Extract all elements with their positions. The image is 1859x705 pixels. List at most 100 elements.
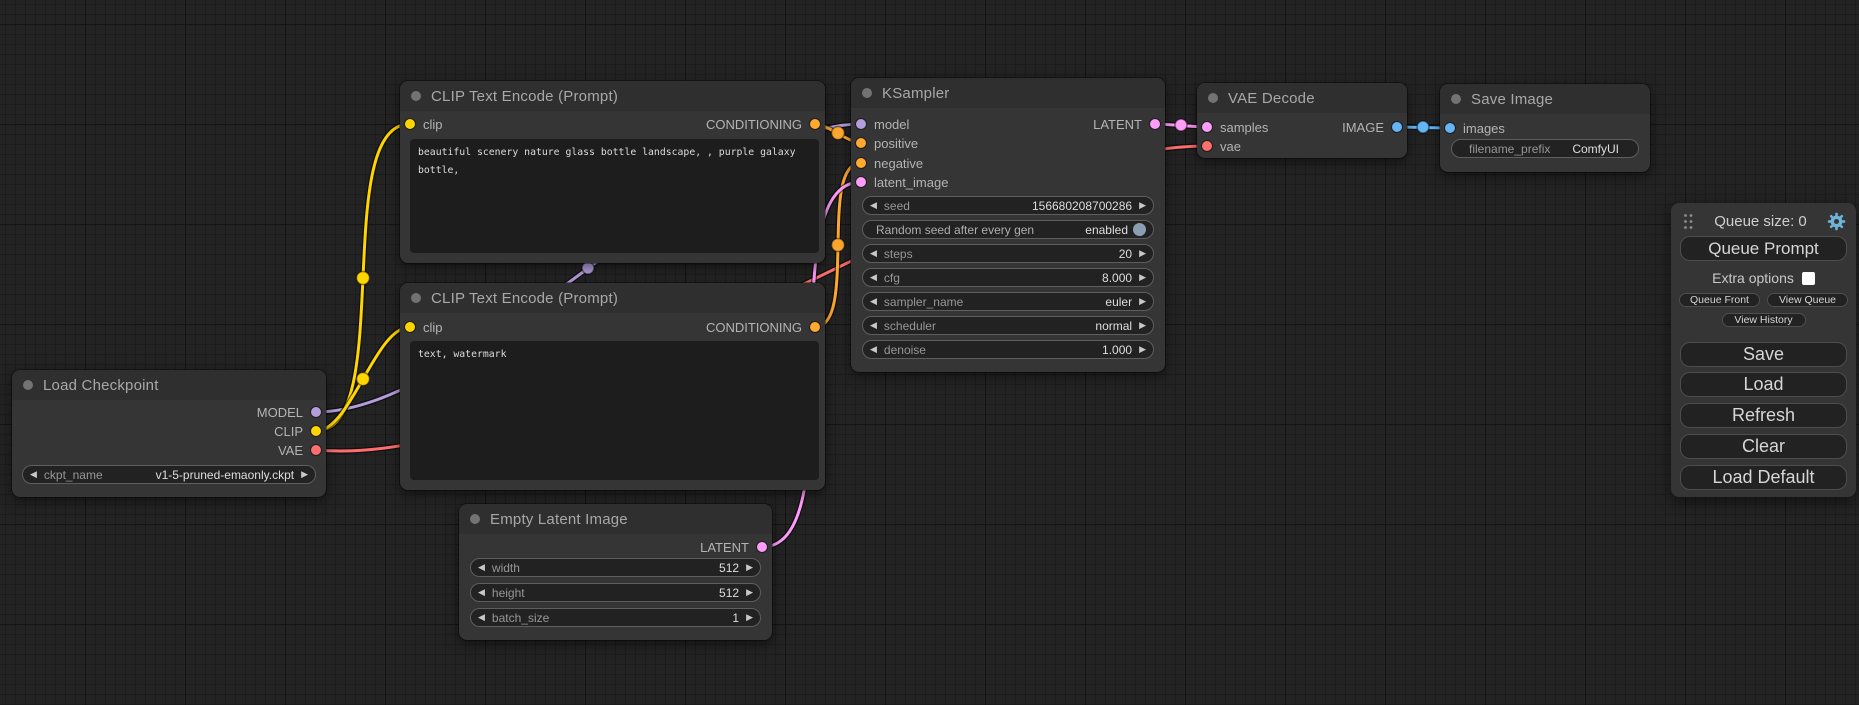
increment-arrow-icon[interactable]: ▶ bbox=[1139, 273, 1146, 282]
prompt-textarea[interactable]: beautiful scenery nature glass bottle la… bbox=[410, 139, 819, 253]
widget-seed[interactable]: ◀ seed 156680208700286 ▶ bbox=[862, 196, 1154, 215]
collapse-dot-icon[interactable] bbox=[1208, 93, 1218, 103]
load-button[interactable]: Load bbox=[1680, 372, 1847, 397]
view-history-button[interactable]: View History bbox=[1722, 313, 1806, 327]
increment-arrow-icon[interactable]: ▶ bbox=[1139, 201, 1146, 210]
node-title-bar[interactable]: CLIP Text Encode (Prompt) bbox=[400, 283, 825, 313]
node-clip-text-encode-negative[interactable]: CLIP Text Encode (Prompt) clip CONDITION… bbox=[400, 283, 825, 490]
input-slot-latent-image[interactable]: latent_image bbox=[856, 172, 948, 192]
decrement-arrow-icon[interactable]: ◀ bbox=[478, 613, 485, 622]
load-default-button[interactable]: Load Default bbox=[1680, 465, 1847, 490]
widget-random-seed-toggle[interactable]: Random seed after every gen enabled bbox=[862, 220, 1154, 239]
conditioning-output-dot[interactable] bbox=[810, 119, 820, 129]
latent-output-dot[interactable] bbox=[757, 542, 767, 552]
latent-input-dot[interactable] bbox=[856, 177, 866, 187]
node-title-bar[interactable]: KSampler bbox=[851, 78, 1165, 108]
samples-input-dot[interactable] bbox=[1202, 122, 1212, 132]
image-output-dot[interactable] bbox=[1392, 122, 1402, 132]
vae-input-dot[interactable] bbox=[1202, 141, 1212, 151]
refresh-button[interactable]: Refresh bbox=[1680, 403, 1847, 428]
decrement-arrow-icon[interactable]: ◀ bbox=[870, 201, 877, 210]
settings-gear-icon[interactable] bbox=[1827, 212, 1846, 231]
node-title-bar[interactable]: CLIP Text Encode (Prompt) bbox=[400, 81, 825, 111]
input-slot-positive[interactable]: positive bbox=[856, 133, 918, 153]
toggle-dot-icon[interactable] bbox=[1133, 223, 1146, 236]
increment-arrow-icon[interactable]: ▶ bbox=[1139, 297, 1146, 306]
clip-input-dot[interactable] bbox=[405, 119, 415, 129]
collapse-dot-icon[interactable] bbox=[411, 293, 421, 303]
node-title-bar[interactable]: Load Checkpoint bbox=[12, 370, 326, 400]
increment-arrow-icon[interactable]: ▶ bbox=[746, 588, 753, 597]
node-ksampler[interactable]: KSampler model positive negative latent_… bbox=[851, 78, 1165, 372]
widget-denoise[interactable]: ◀ denoise 1.000 ▶ bbox=[862, 340, 1154, 359]
decrement-arrow-icon[interactable]: ◀ bbox=[478, 588, 485, 597]
increment-arrow-icon[interactable]: ▶ bbox=[1139, 321, 1146, 330]
queue-front-button[interactable]: Queue Front bbox=[1679, 293, 1760, 307]
decrement-arrow-icon[interactable]: ◀ bbox=[478, 563, 485, 572]
increment-arrow-icon[interactable]: ▶ bbox=[1139, 249, 1146, 258]
widget-height[interactable]: ◀ height 512 ▶ bbox=[470, 583, 761, 602]
output-slot-vae[interactable]: VAE bbox=[278, 440, 321, 460]
collapse-dot-icon[interactable] bbox=[470, 514, 480, 524]
clip-input-dot[interactable] bbox=[405, 322, 415, 332]
collapse-dot-icon[interactable] bbox=[411, 91, 421, 101]
input-slot-samples[interactable]: samples bbox=[1202, 117, 1268, 137]
collapse-dot-icon[interactable] bbox=[862, 88, 872, 98]
node-title-bar[interactable]: Save Image bbox=[1440, 84, 1650, 114]
widget-batch-size[interactable]: ◀ batch_size 1 ▶ bbox=[470, 608, 761, 627]
decrement-arrow-icon[interactable]: ◀ bbox=[870, 321, 877, 330]
widget-ckpt-name[interactable]: ◀ ckpt_name v1-5-pruned-emaonly.ckpt ▶ bbox=[22, 465, 316, 484]
decrement-arrow-icon[interactable]: ◀ bbox=[870, 345, 877, 354]
model-input-dot[interactable] bbox=[856, 119, 866, 129]
increment-arrow-icon[interactable]: ▶ bbox=[746, 613, 753, 622]
vae-output-dot[interactable] bbox=[311, 445, 321, 455]
widget-width[interactable]: ◀ width 512 ▶ bbox=[470, 558, 761, 577]
node-vae-decode[interactable]: VAE Decode samples vae IMAGE bbox=[1197, 83, 1407, 158]
clear-button[interactable]: Clear bbox=[1680, 434, 1847, 459]
increment-arrow-icon[interactable]: ▶ bbox=[746, 563, 753, 572]
decrement-arrow-icon[interactable]: ◀ bbox=[870, 249, 877, 258]
view-queue-button[interactable]: View Queue bbox=[1767, 293, 1848, 307]
output-slot-latent[interactable]: LATENT bbox=[1093, 114, 1160, 134]
prompt-textarea[interactable]: text, watermark bbox=[410, 341, 819, 480]
output-slot-image[interactable]: IMAGE bbox=[1342, 117, 1402, 137]
conditioning-output-dot[interactable] bbox=[810, 322, 820, 332]
node-title-bar[interactable]: Empty Latent Image bbox=[459, 504, 772, 534]
input-slot-images[interactable]: images bbox=[1445, 118, 1505, 138]
output-slot-conditioning[interactable]: CONDITIONING bbox=[706, 114, 820, 134]
drag-handle-icon[interactable] bbox=[1683, 213, 1694, 230]
widget-steps[interactable]: ◀ steps 20 ▶ bbox=[862, 244, 1154, 263]
decrement-arrow-icon[interactable]: ◀ bbox=[870, 273, 877, 282]
decrement-arrow-icon[interactable]: ◀ bbox=[30, 470, 37, 479]
input-slot-negative[interactable]: negative bbox=[856, 153, 923, 173]
model-output-dot[interactable] bbox=[311, 407, 321, 417]
negative-input-dot[interactable] bbox=[856, 158, 866, 168]
increment-arrow-icon[interactable]: ▶ bbox=[301, 470, 308, 479]
input-slot-clip[interactable]: clip bbox=[405, 114, 443, 134]
decrement-arrow-icon[interactable]: ◀ bbox=[870, 297, 877, 306]
input-slot-clip[interactable]: clip bbox=[405, 317, 443, 337]
node-save-image[interactable]: Save Image images filename_prefix ComfyU… bbox=[1440, 84, 1650, 172]
clip-output-dot[interactable] bbox=[311, 426, 321, 436]
node-load-checkpoint[interactable]: Load Checkpoint MODEL CLIP VAE ◀ ckpt_na… bbox=[12, 370, 326, 497]
increment-arrow-icon[interactable]: ▶ bbox=[1139, 345, 1146, 354]
node-clip-text-encode-positive[interactable]: CLIP Text Encode (Prompt) clip CONDITION… bbox=[400, 81, 825, 263]
widget-sampler-name[interactable]: ◀ sampler_name euler ▶ bbox=[862, 292, 1154, 311]
extra-options-checkbox[interactable] bbox=[1802, 272, 1815, 285]
widget-cfg[interactable]: ◀ cfg 8.000 ▶ bbox=[862, 268, 1154, 287]
node-title-bar[interactable]: VAE Decode bbox=[1197, 83, 1407, 113]
input-slot-vae[interactable]: vae bbox=[1202, 136, 1241, 156]
collapse-dot-icon[interactable] bbox=[1451, 94, 1461, 104]
widget-scheduler[interactable]: ◀ scheduler normal ▶ bbox=[862, 316, 1154, 335]
input-slot-model[interactable]: model bbox=[856, 114, 909, 134]
output-slot-conditioning[interactable]: CONDITIONING bbox=[706, 317, 820, 337]
widget-filename-prefix[interactable]: filename_prefix ComfyUI bbox=[1451, 139, 1639, 158]
save-button[interactable]: Save bbox=[1680, 342, 1847, 367]
latent-output-dot[interactable] bbox=[1150, 119, 1160, 129]
output-slot-clip[interactable]: CLIP bbox=[274, 421, 321, 441]
node-empty-latent-image[interactable]: Empty Latent Image LATENT ◀ width 512 ▶ … bbox=[459, 504, 772, 640]
images-input-dot[interactable] bbox=[1445, 123, 1455, 133]
output-slot-model[interactable]: MODEL bbox=[257, 402, 321, 422]
output-slot-latent[interactable]: LATENT bbox=[700, 537, 767, 557]
positive-input-dot[interactable] bbox=[856, 138, 866, 148]
